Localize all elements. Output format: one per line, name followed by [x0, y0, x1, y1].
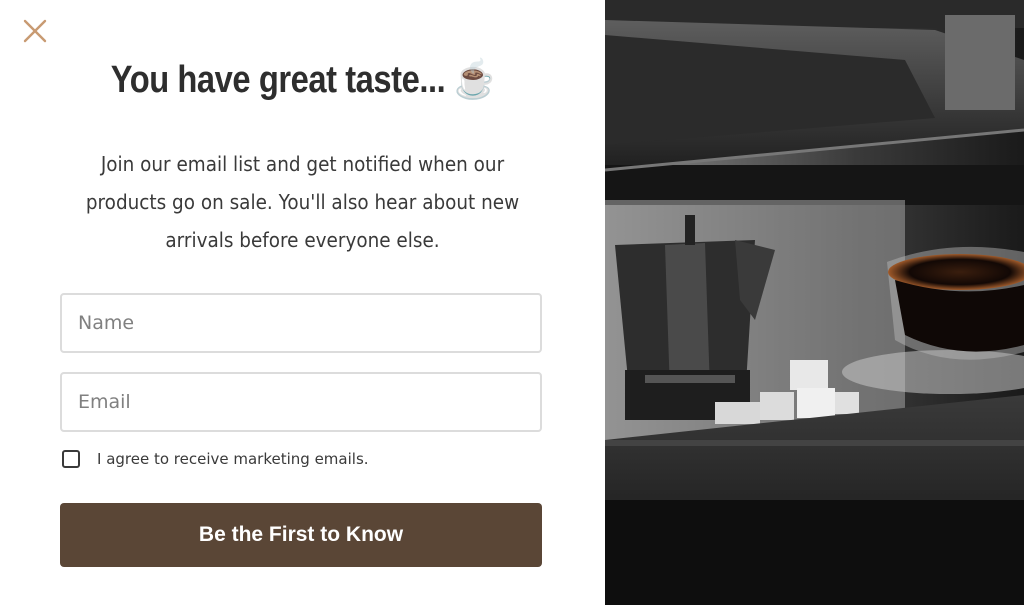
coffee-kitchen-image — [605, 0, 1024, 605]
close-button[interactable] — [22, 18, 48, 44]
email-input[interactable] — [62, 374, 540, 430]
submit-button[interactable]: Be the First to Know — [60, 503, 542, 567]
signup-panel: You have great taste... ☕ Join our email… — [0, 0, 605, 605]
name-input[interactable] — [62, 295, 540, 351]
consent-label: I agree to receive marketing emails. — [97, 450, 369, 468]
email-field-container — [60, 372, 542, 432]
popup-description: Join our email list and get notified whe… — [85, 152, 520, 252]
popup-headline: You have great taste... ☕ — [110, 59, 495, 101]
email-signup-popup: You have great taste... ☕ Join our email… — [0, 0, 1024, 605]
coffee-photo — [605, 0, 1024, 605]
name-field-container — [60, 293, 542, 353]
close-icon — [23, 19, 47, 43]
consent-row: I agree to receive marketing emails. — [62, 450, 369, 468]
consent-checkbox[interactable] — [62, 450, 80, 468]
